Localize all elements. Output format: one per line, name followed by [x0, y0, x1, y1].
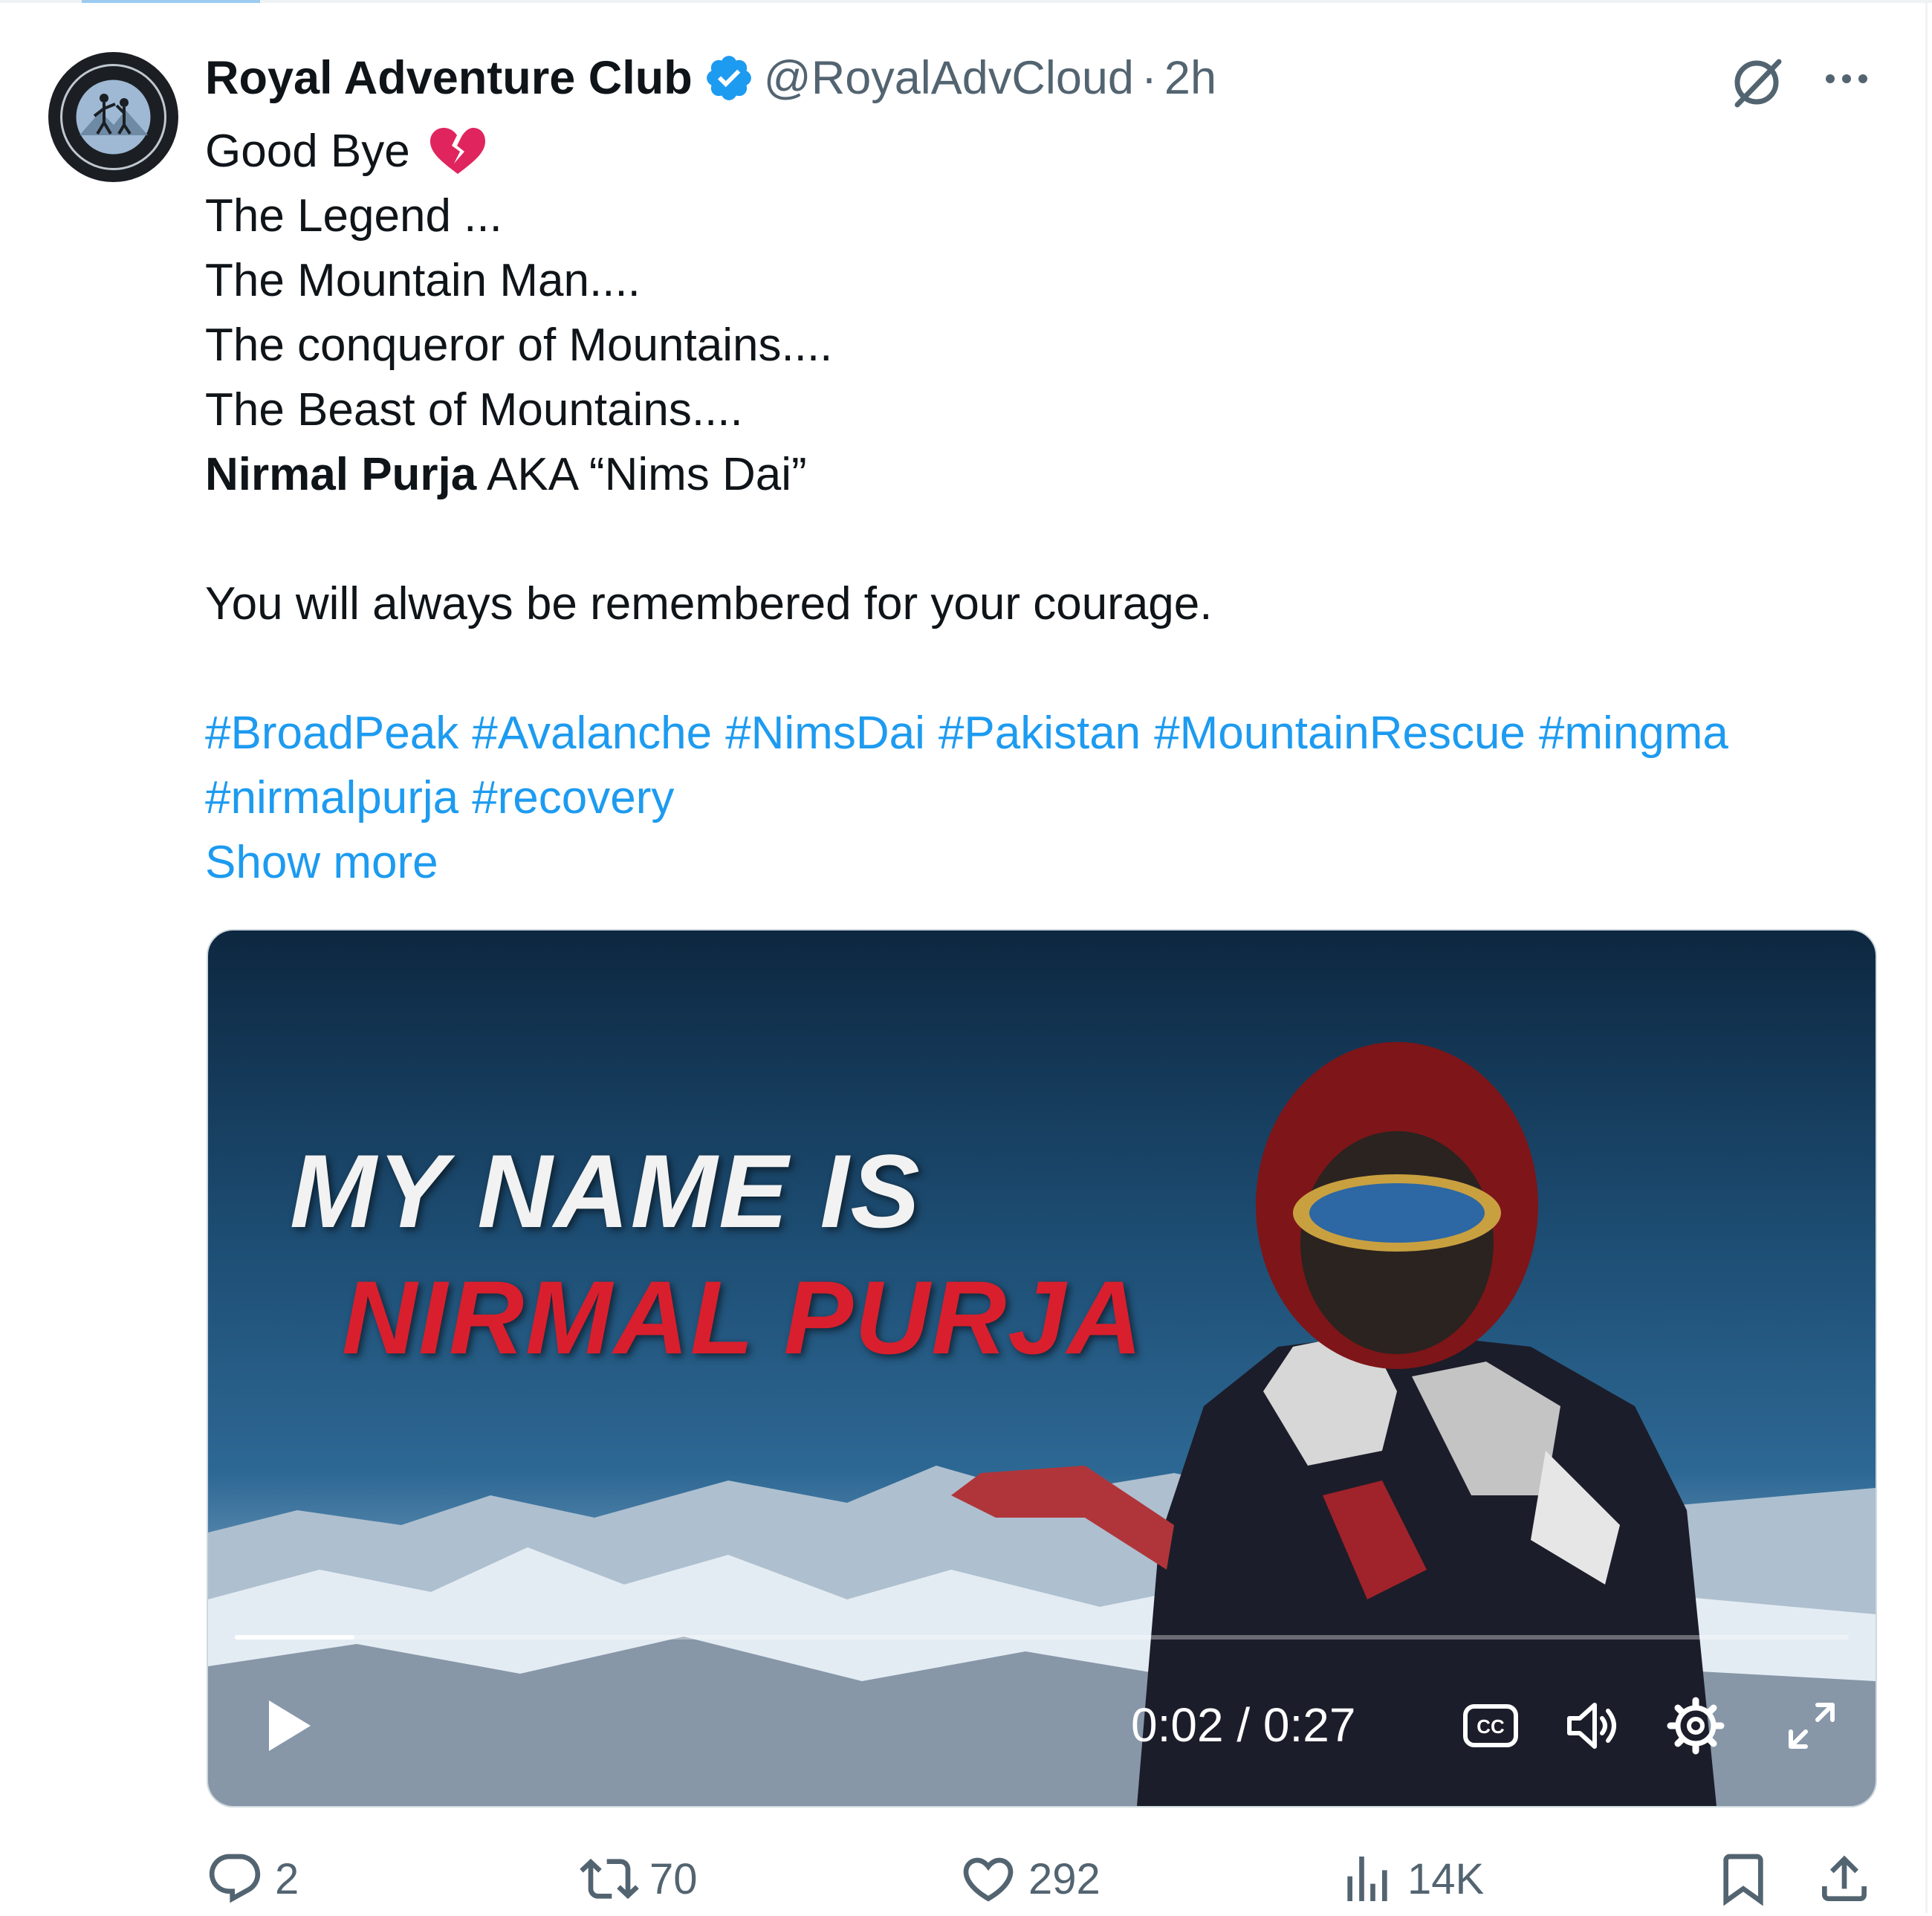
hashtag-link[interactable]: #recovery — [472, 772, 674, 823]
tab-indicator — [82, 0, 260, 3]
text-line: Nirmal Purja AKA “Nims Dai” — [205, 442, 1907, 507]
repost-button[interactable]: 70 — [580, 1849, 698, 1909]
text-name-bold: Nirmal Purja — [205, 449, 477, 500]
more-icon[interactable] — [1813, 56, 1880, 102]
separator-dot: · — [1141, 52, 1157, 104]
top-divider — [0, 0, 1932, 3]
hashtag-link[interactable]: #Avalanche — [472, 708, 712, 759]
text-legend: The Legend ... — [205, 190, 502, 242]
text-line: Good Bye — [205, 119, 1907, 184]
current-time: 0:02 — [1131, 1698, 1224, 1752]
hashtag-link[interactable]: #BroadPeak — [205, 708, 458, 759]
user-handle[interactable]: @RoyalAdvCloud — [764, 51, 1134, 105]
video-time-readout: 0:02 / 0:27 — [1131, 1697, 1355, 1752]
broken-heart-icon — [427, 125, 488, 177]
views-button[interactable]: 14K — [1338, 1849, 1484, 1909]
settings-gear-icon[interactable] — [1664, 1695, 1727, 1757]
like-count: 292 — [1028, 1854, 1100, 1903]
show-more-link[interactable]: Show more — [205, 830, 1907, 895]
text-aka: AKA “Nims Dai” — [476, 449, 807, 500]
tweet-action-bar: 2 70 292 14K — [201, 1849, 1902, 1916]
time-separator: / — [1223, 1698, 1263, 1752]
volume-icon[interactable] — [1562, 1695, 1624, 1757]
text-remembered: You will always be remembered for your c… — [205, 578, 1213, 630]
avatar[interactable] — [48, 52, 178, 182]
text-beast: The Beast of Mountains.... — [205, 384, 743, 436]
text-line: The Legend ... — [205, 184, 1907, 248]
like-icon — [963, 1857, 1014, 1902]
like-button[interactable]: 292 — [959, 1849, 1100, 1909]
reply-button[interactable]: 2 — [205, 1849, 299, 1909]
views-count: 14K — [1407, 1854, 1485, 1903]
repost-icon — [580, 1858, 639, 1900]
hashtag-link[interactable]: #MountainRescue — [1154, 708, 1526, 759]
tweet-header: Royal Adventure Club @RoyalAdvCloud · 2h — [205, 46, 1216, 110]
repost-count: 70 — [649, 1854, 698, 1903]
reply-icon — [209, 1854, 261, 1903]
fullscreen-icon[interactable] — [1780, 1695, 1843, 1757]
video-player[interactable]: MY NAME IS NIRMAL PURJA 0:02 / 0:27 CC — [207, 929, 1877, 1807]
reply-count: 2 — [275, 1854, 299, 1903]
hashtag-link[interactable]: #Pakistan — [939, 708, 1141, 759]
timeline-border — [1925, 0, 1928, 1913]
text-conqueror: The conqueror of Mountains.... — [205, 320, 833, 371]
share-button[interactable] — [1815, 1849, 1874, 1909]
svg-text:CC: CC — [1476, 1715, 1505, 1738]
tweet-text: Good Bye The Legend ... The Mountain Man… — [205, 119, 1907, 895]
share-icon — [1822, 1855, 1867, 1901]
text-line: The Mountain Man.... — [205, 248, 1907, 313]
video-overlay-name: NIRMAL PURJA — [342, 1259, 1144, 1376]
hashtag-link[interactable]: #mingma — [1539, 708, 1728, 759]
duration: 0:27 — [1262, 1698, 1356, 1752]
bookmark-button[interactable] — [1714, 1849, 1773, 1909]
bookmark-icon — [1723, 1854, 1763, 1906]
captions-icon[interactable]: CC — [1459, 1695, 1522, 1757]
text-mountain-man: The Mountain Man.... — [205, 255, 641, 306]
text-good-bye: Good Bye — [205, 126, 410, 177]
views-icon — [1347, 1857, 1387, 1901]
hashtag-link[interactable]: #nirmalpurja — [205, 772, 458, 823]
text-line: You will always be remembered for your c… — [205, 572, 1907, 636]
video-progress-fill — [235, 1635, 354, 1640]
play-icon[interactable] — [253, 1692, 321, 1760]
video-progress-bar[interactable] — [235, 1635, 1849, 1640]
display-name[interactable]: Royal Adventure Club — [205, 51, 693, 105]
video-overlay-title: MY NAME IS — [290, 1133, 921, 1249]
hashtag-list: #BroadPeak #Avalanche #NimsDai #Pakistan #Mo… — [205, 701, 1907, 830]
club-logo-icon — [49, 53, 178, 181]
text-line: The conqueror of Mountains.... — [205, 313, 1907, 378]
text-line: The Beast of Mountains.... — [205, 378, 1907, 442]
timestamp[interactable]: 2h — [1164, 51, 1216, 105]
verified-badge-icon[interactable] — [703, 52, 755, 104]
grok-icon[interactable] — [1722, 48, 1791, 117]
video-controls: 0:02 / 0:27 CC — [208, 1681, 1876, 1770]
hashtag-link[interactable]: #NimsDai — [725, 708, 925, 759]
